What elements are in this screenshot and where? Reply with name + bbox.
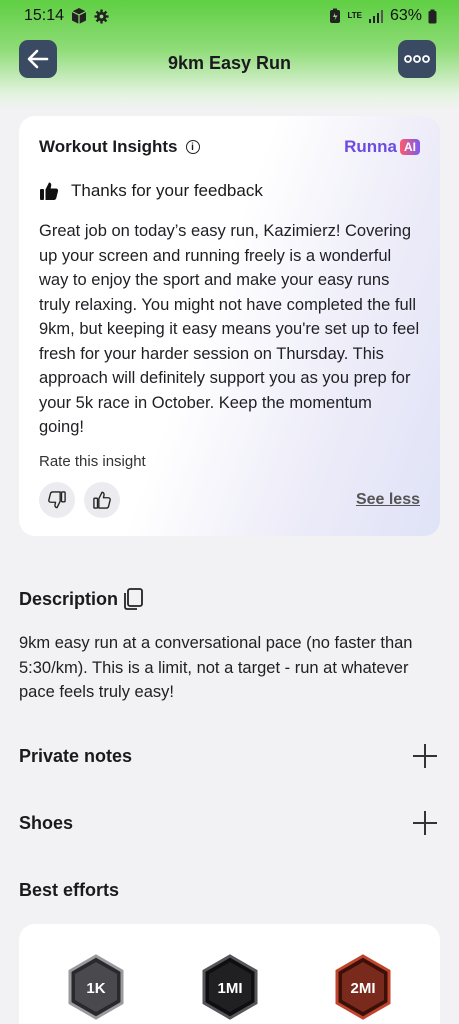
thumbs-up-filled-icon: [40, 182, 59, 200]
badge-label-1mi: 1MI: [217, 980, 242, 997]
private-notes-title[interactable]: Private notes: [19, 746, 132, 767]
info-icon[interactable]: i: [185, 140, 200, 154]
thumbs-down-icon: [48, 490, 66, 508]
thumbs-up-button[interactable]: [84, 481, 120, 518]
description-heading: Description: [19, 587, 144, 611]
best-efforts-card: 1K 1MI 2MI: [19, 924, 440, 1024]
description-title: Description: [19, 588, 119, 609]
best-effort-badge-2mi[interactable]: 2MI: [333, 954, 393, 1020]
status-time: 15:14: [24, 7, 65, 24]
page-title: 9km Easy Run: [167, 53, 292, 73]
more-options-button[interactable]: [398, 40, 436, 78]
top-app-bar: 9km Easy Run: [0, 40, 459, 86]
badge-label-1k: 1K: [86, 980, 105, 997]
insight-text: Great job on today’s easy run, Kazimierz…: [39, 222, 420, 436]
best-effort-badge-1mi[interactable]: 1MI: [200, 954, 260, 1020]
brand-name: Runna: [344, 137, 397, 156]
badge-label-2mi: 2MI: [350, 980, 375, 997]
add-private-notes-icon[interactable]: [412, 743, 438, 769]
best-effort-badge-1k[interactable]: 1K: [66, 954, 126, 1020]
see-less-link[interactable]: See less: [356, 491, 420, 509]
thumbs-down-button[interactable]: [39, 481, 75, 518]
battery-icon: [428, 9, 437, 23]
insight-title: Workout Insights: [39, 137, 178, 156]
workout-insights-card: Workout Insights i Runna AI Thanks for y…: [19, 116, 440, 536]
copy-icon[interactable]: [122, 587, 144, 611]
more-dots-icon: [404, 55, 430, 63]
description-text: 9km easy run at a conversational pace (n…: [19, 634, 413, 701]
battery-saver-icon: [330, 8, 341, 23]
add-shoes-icon[interactable]: [412, 810, 438, 836]
settings-gear-icon: [94, 8, 109, 24]
status-bar: 15:14 LTE 63%: [0, 0, 459, 32]
battery-percent: 63%: [389, 7, 422, 24]
brand-badge: AI: [400, 139, 420, 155]
network-type: LTE: [347, 11, 362, 20]
shoes-title[interactable]: Shoes: [19, 813, 73, 834]
package-icon: [71, 8, 87, 24]
signal-icon: [368, 10, 383, 23]
thumbs-up-icon: [93, 491, 111, 509]
runna-ai-logo: Runna AI: [344, 137, 420, 157]
rate-insight-label: Rate this insight: [39, 452, 146, 470]
best-efforts-title: Best efforts: [19, 880, 120, 900]
feedback-confirmation: Thanks for your feedback: [71, 181, 263, 200]
